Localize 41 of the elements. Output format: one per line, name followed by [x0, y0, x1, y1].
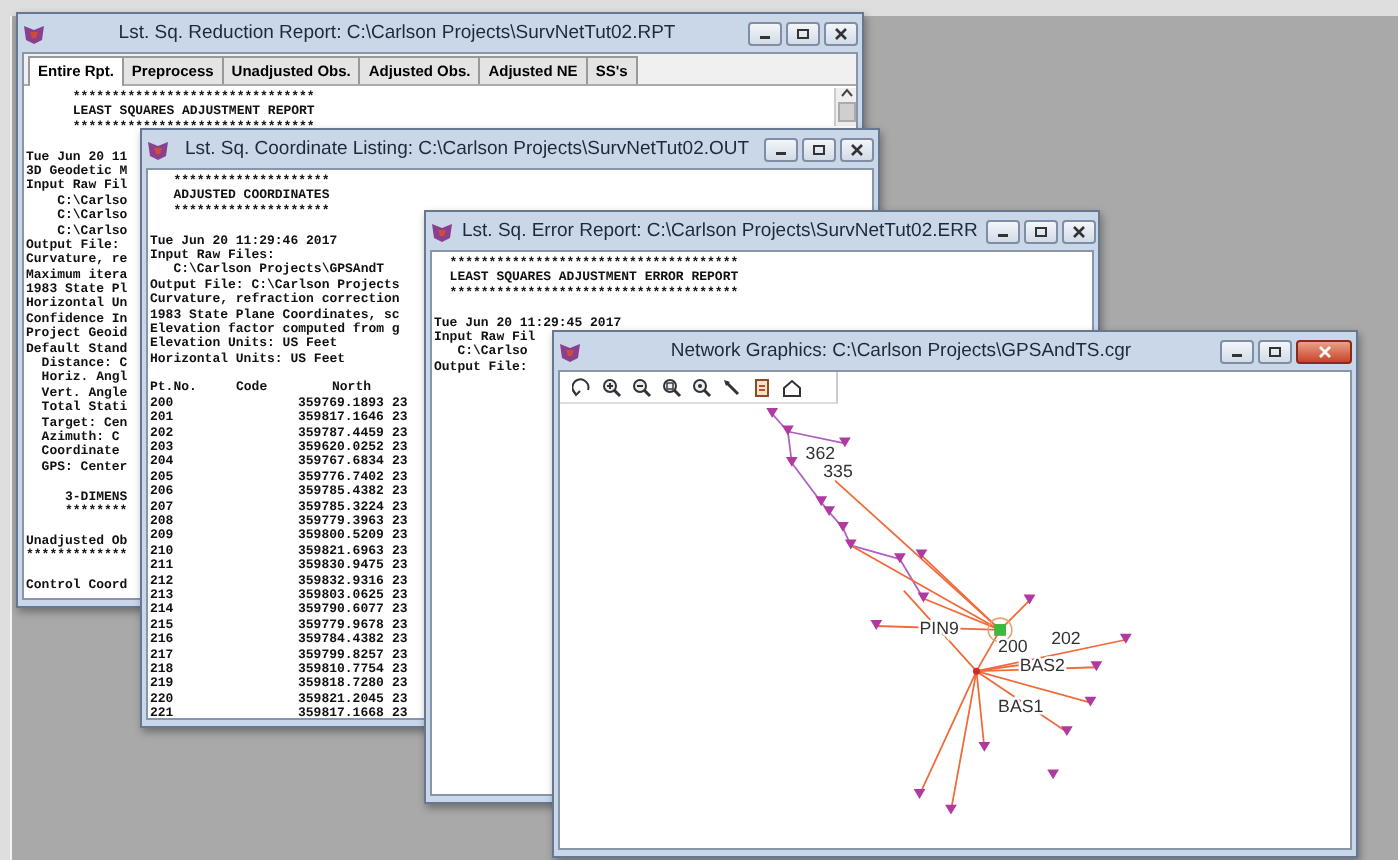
point-label: 335	[823, 460, 853, 481]
maximize-icon	[812, 143, 826, 155]
zoom-window-icon[interactable]	[662, 377, 682, 397]
point-label: 202	[1051, 627, 1081, 648]
app-icon	[558, 339, 582, 363]
maximize-icon	[1268, 345, 1282, 357]
document-icon[interactable]	[752, 377, 772, 397]
curved-arrow-icon[interactable]	[572, 377, 592, 397]
close-button[interactable]	[824, 21, 858, 45]
zoom-in-icon[interactable]	[602, 377, 622, 397]
minimize-button[interactable]	[764, 137, 798, 161]
close-button[interactable]	[1296, 339, 1352, 363]
maximize-button[interactable]	[1023, 219, 1058, 243]
maximize-button[interactable]	[802, 137, 836, 161]
window-title: Lst. Sq. Reduction Report: C:\Carlson Projects\SurvNetTut02.RPT	[116, 22, 678, 44]
pointer-icon[interactable]	[722, 377, 742, 397]
maximize-button[interactable]	[786, 21, 820, 45]
close-button[interactable]	[840, 137, 874, 161]
app-icon	[22, 21, 46, 45]
close-button[interactable]	[1061, 219, 1096, 243]
close-icon	[1317, 345, 1331, 357]
app-icon	[146, 137, 170, 161]
window-title: Lst. Sq. Error Report: C:\Carlson Projects\SurvNetTut02.ERR	[462, 220, 978, 242]
point-label: 362	[805, 443, 836, 463]
point-label: 200	[998, 635, 1028, 656]
minimize-button[interactable]	[985, 219, 1020, 243]
minimize-button[interactable]	[748, 21, 782, 45]
scrollbar[interactable]	[834, 88, 856, 126]
close-icon	[850, 143, 864, 155]
close-icon	[1071, 225, 1086, 237]
maximize-button[interactable]	[1258, 339, 1292, 363]
minimize-button[interactable]	[1220, 339, 1254, 363]
close-icon	[834, 27, 848, 39]
window-title: Lst. Sq. Coordinate Listing: C:\Carlson Projects\SurvNetTut02.OUT	[182, 138, 752, 160]
zoom-out-icon[interactable]	[632, 377, 652, 397]
magnifier-icon[interactable]	[692, 377, 712, 397]
window-title: Network Graphics: C:\Carlson Projects\GPSAndTS.cgr	[668, 340, 1134, 362]
maximize-icon	[1033, 225, 1048, 237]
house-icon[interactable]	[782, 377, 802, 397]
app-icon	[430, 219, 454, 243]
maximize-icon	[796, 27, 810, 39]
